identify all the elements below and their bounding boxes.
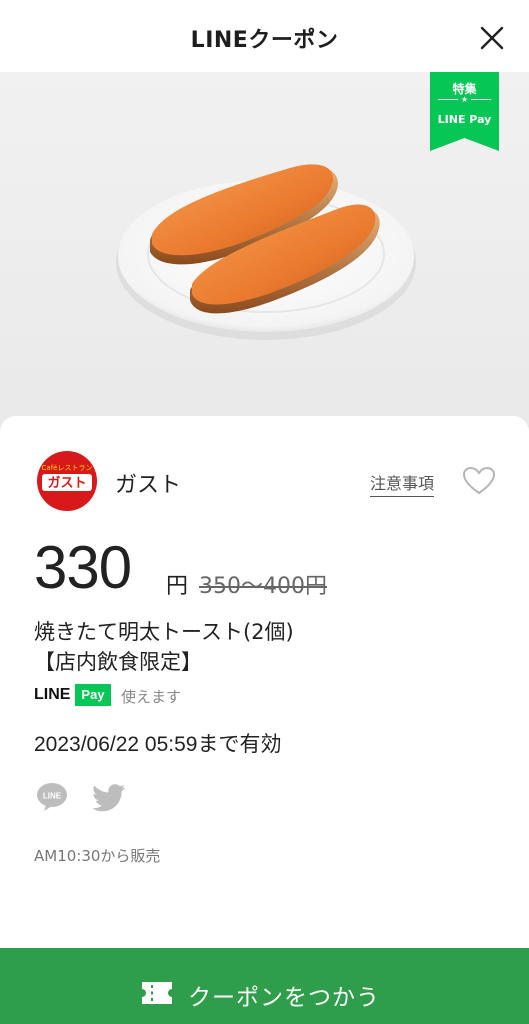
heart-icon[interactable] <box>462 466 496 496</box>
price-unit: 円 <box>166 574 189 599</box>
coupon-description: 焼きたて明太トースト(2個) <box>34 620 294 644</box>
coupon-price: 330 <box>34 534 132 601</box>
logo-subtext: Caféレストラン <box>42 464 93 472</box>
linepay-badge: Pay <box>75 684 111 706</box>
shop-name: ガスト <box>115 473 182 498</box>
coupon-hero-image: 特集 ★ LINE Pay <box>0 72 529 444</box>
header-bar: LINEクーポン <box>0 0 529 72</box>
linepay-logo: LINE <box>34 686 71 703</box>
sales-start-time: AM10:30から販売 <box>34 847 161 865</box>
svg-text:LINE: LINE <box>43 792 62 801</box>
ticket-icon <box>142 982 172 1004</box>
logo-maintext: ガスト <box>47 476 86 491</box>
shop-logo: Caféレストラン ガスト <box>37 451 97 511</box>
close-icon[interactable] <box>478 24 506 52</box>
line-share-icon[interactable]: LINE <box>36 782 68 812</box>
caution-link[interactable]: 注意事項 <box>370 470 435 497</box>
coupon-condition: 【店内飲食限定】 <box>34 650 202 674</box>
linepay-available-text: 使えます <box>121 688 182 706</box>
valid-until: 2023/06/22 05:59まで有効 <box>34 733 282 756</box>
page-title: LINEクーポン <box>190 28 339 53</box>
twitter-share-icon[interactable] <box>92 784 126 812</box>
tag-divider <box>471 99 491 100</box>
featured-tag-linepay: LINE Pay <box>437 113 492 126</box>
use-coupon-label[interactable]: クーポンをつかう <box>188 978 380 1012</box>
original-price: 350～400円 <box>199 574 327 599</box>
